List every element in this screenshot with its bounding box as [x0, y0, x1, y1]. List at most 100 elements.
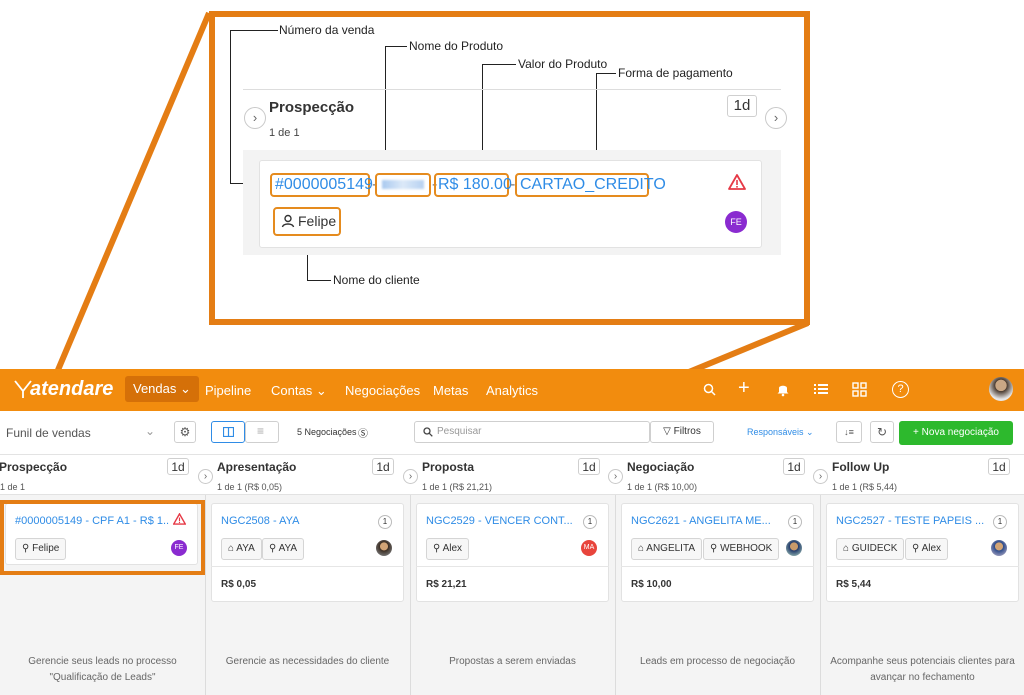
user-avatar[interactable]	[989, 377, 1013, 401]
deal-price: R$ 0,05	[221, 579, 257, 590]
label-product-name: Nome do Produto	[409, 39, 504, 53]
client-tag: ⚲ Alex	[905, 538, 949, 560]
user-icon: ⚲	[433, 543, 441, 554]
count-badge: 1	[378, 515, 392, 529]
product-name-blurred	[382, 180, 424, 189]
nav-contas[interactable]: Contas ⌄	[271, 383, 327, 399]
nav-metas[interactable]: Metas	[433, 383, 468, 398]
nav-pipeline[interactable]: Pipeline	[205, 383, 251, 398]
nav-vendas[interactable]: Vendas ⌄	[125, 376, 199, 402]
client-tag: ⚲ Alex	[426, 538, 470, 560]
client-tag-label: AYA	[278, 543, 298, 554]
filter-icon: ▽	[663, 426, 671, 437]
client-tag: ⚲ AYA	[262, 538, 305, 560]
column-arrow-icon[interactable]: ›	[608, 469, 623, 484]
company-tag-label: AYA	[236, 543, 255, 554]
user-icon: ⚲	[269, 543, 277, 554]
deal-card-title[interactable]: NGC2527 - TESTE PAPEIS ...	[836, 515, 984, 527]
user-icon: ⚲	[912, 543, 920, 554]
avatar	[786, 540, 802, 556]
zoom-day-badge: 1d	[727, 95, 757, 117]
filters-button[interactable]: ▽ Filtros	[650, 421, 714, 443]
chevron-down-icon: ⌄	[315, 383, 327, 398]
kanban-view-button[interactable]	[211, 421, 245, 443]
column-title-apresentacao: Apresentação	[217, 460, 297, 474]
new-deal-button[interactable]: + Nova negociação	[899, 421, 1013, 445]
zoom-client-name: Felipe	[298, 213, 337, 229]
zoom-avatar: FE	[725, 211, 747, 233]
deal-card-title[interactable]: NGC2529 - VENCER CONT...	[426, 515, 573, 527]
avatar	[376, 540, 392, 556]
column-description: Acompanhe seus potenciais clientes para …	[830, 656, 1015, 683]
client-tag-label: Alex	[921, 543, 942, 554]
search-placeholder: Pesquisar	[437, 426, 482, 437]
deal-card-title[interactable]: NGC2621 - ANGELITA ME...	[631, 515, 771, 527]
gear-icon: ⚙	[179, 425, 191, 439]
nav-vendas-label: Vendas	[133, 381, 177, 396]
grid-icon[interactable]	[852, 382, 867, 397]
day-badge: 1d	[372, 458, 394, 475]
funnel-select[interactable]: Funil de vendas	[6, 426, 91, 440]
day-badge: 1d	[578, 458, 600, 475]
list-icon: ≡	[257, 424, 265, 438]
search-icon	[423, 427, 433, 437]
company-tag: ⌂ GUIDECK	[836, 538, 905, 560]
currency-icon: Ⓢ	[358, 429, 368, 440]
zoom-col-border	[243, 89, 781, 90]
label-product-value: Valor do Produto	[518, 57, 608, 71]
settings-button[interactable]: ⚙	[174, 421, 196, 443]
zoom-column-title: Prospecção	[269, 99, 355, 116]
count-badge: 1	[993, 515, 1007, 529]
sort-icon: ↓≡	[844, 427, 854, 437]
building-icon: ⌂	[843, 543, 850, 554]
help-icon[interactable]: ?	[892, 381, 909, 398]
zoom-sale-number[interactable]: #0000005149	[275, 176, 373, 194]
search-input[interactable]: Pesquisar	[414, 421, 650, 443]
column-arrow-icon[interactable]: ›	[403, 469, 418, 484]
responsaveis-dropdown[interactable]: Responsáveis ⌄	[747, 427, 814, 438]
column-arrow-icon[interactable]: ›	[198, 469, 213, 484]
column-sub: 1 de 1 (R$ 5,44)	[832, 482, 898, 492]
card-divider	[826, 566, 1019, 567]
logo-text: atendare	[30, 378, 114, 400]
highlight-frame	[0, 500, 205, 575]
refresh-icon: ↻	[876, 425, 888, 439]
column-sub: 1 de 1 (R$ 0,05)	[217, 482, 283, 492]
card-divider	[416, 566, 609, 567]
list-view-button[interactable]: ≡	[245, 421, 279, 443]
chevron-down-icon[interactable]: ⌄	[145, 424, 155, 438]
sort-button[interactable]: ↓≡	[836, 421, 862, 443]
day-badge: 1d	[783, 458, 805, 475]
deal-price: R$ 10,00	[631, 579, 672, 590]
client-tag-label: WEBHOOK	[720, 543, 773, 554]
client-tag-label: Alex	[442, 543, 463, 554]
nav-negociacoes[interactable]: Negociações	[345, 383, 420, 398]
client-tag: ⚲ WEBHOOK	[703, 538, 780, 560]
column-description: Gerencie as necessidades do cliente	[225, 656, 390, 667]
filters-label: Filtros	[673, 426, 701, 437]
refresh-button[interactable]: ↻	[870, 421, 894, 443]
deal-price: R$ 21,21	[426, 579, 467, 590]
column-sub: 1 de 1 (R$ 10,00)	[627, 482, 698, 492]
user-icon: ⚲	[710, 543, 718, 554]
zoom-column-sub: 1 de 1	[269, 127, 300, 139]
label-sale-number: Número da venda	[279, 23, 375, 37]
nav-analytics[interactable]: Analytics	[486, 383, 538, 398]
search-icon[interactable]	[703, 383, 716, 396]
column-description: Propostas a serem enviadas	[449, 656, 576, 667]
zoom-next-arrow-icon[interactable]: ›	[765, 107, 787, 129]
column-sub: 1 de 1 (R$ 21,21)	[422, 482, 493, 492]
user-icon	[281, 214, 295, 228]
column-arrow-icon[interactable]: ›	[813, 469, 828, 484]
column-sub: 1 de 1	[0, 482, 26, 492]
zoom-prev-arrow-icon[interactable]: ›	[244, 107, 266, 129]
avatar	[991, 540, 1007, 556]
bell-icon[interactable]	[776, 382, 790, 397]
add-icon[interactable]: +	[738, 377, 750, 400]
chevron-down-icon: ⌄	[806, 427, 814, 437]
deal-card-title[interactable]: NGC2508 - AYA	[221, 515, 299, 527]
chevron-down-icon: ⌄	[180, 381, 191, 396]
label-payment-method: Forma de pagamento	[618, 66, 733, 80]
responsaveis-label: Responsáveis	[747, 427, 804, 437]
list-icon[interactable]	[814, 383, 828, 395]
